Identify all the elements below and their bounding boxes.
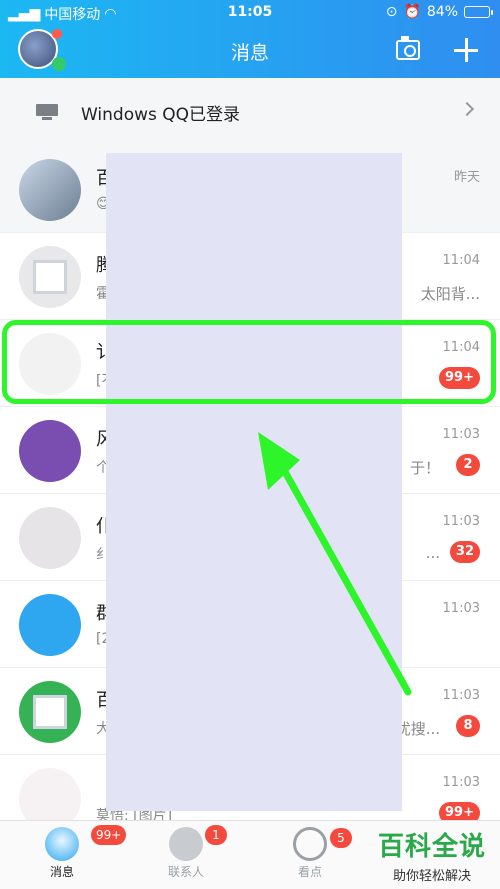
watermark-title: 百科全说 [377,832,486,862]
watermark-subtitle: 助你轻松解决 [392,869,471,884]
watermark: 百科全说 助你轻松解决 [378,826,486,884]
tab-badge: 1 [205,825,227,845]
tab-label: 看点 [297,865,322,879]
tab-badge: 5 [330,828,352,848]
annotation-arrow-icon [258,432,412,696]
tab-badge: 99+ [91,825,127,845]
chat-bubble-icon: 99+ [45,825,127,861]
tab-label: 消息 [49,865,74,879]
eye-icon: 5 [293,827,352,861]
tab-feed[interactable]: 5 看点 [270,827,352,880]
tab-contacts[interactable]: 1 联系人 [146,825,227,880]
tab-messages[interactable]: 99+ 消息 [22,825,127,880]
contacts-icon: 1 [169,825,227,861]
tab-label: 联系人 [167,865,204,879]
